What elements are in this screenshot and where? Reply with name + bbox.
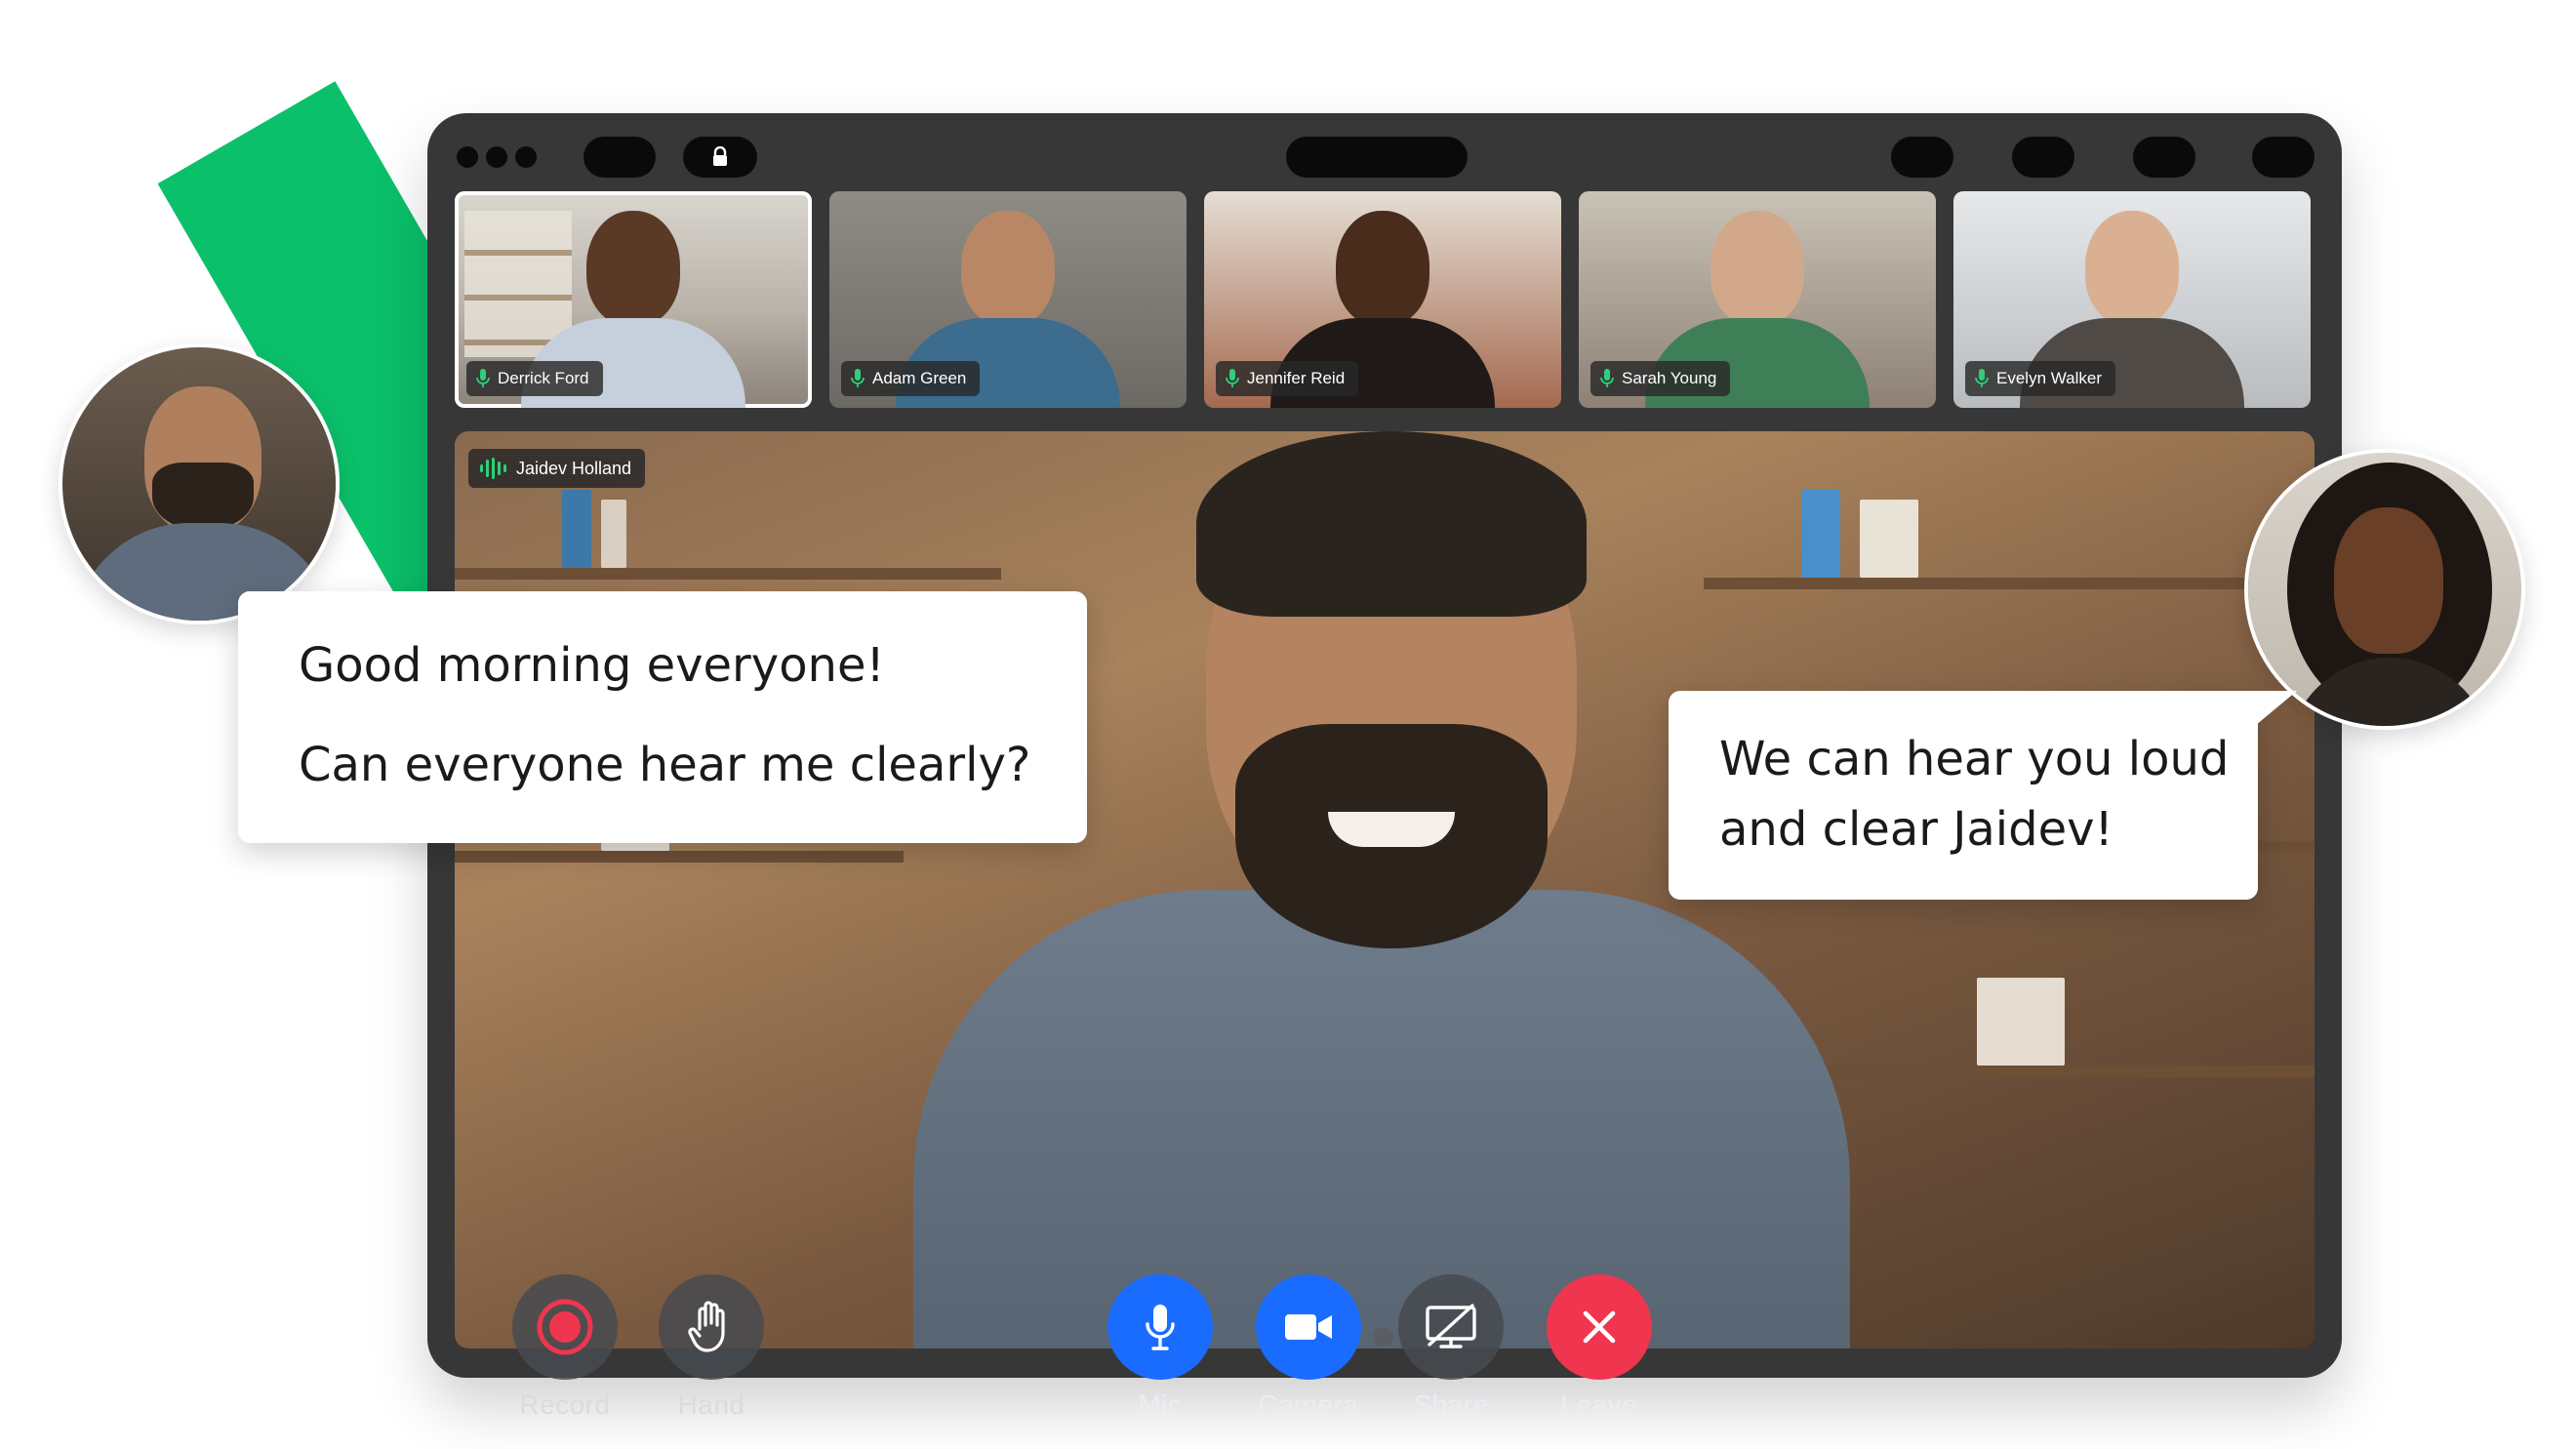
participant-name-chip: Evelyn Walker <box>1965 361 2116 396</box>
record-label: Record <box>519 1389 611 1420</box>
background-book <box>601 500 626 568</box>
window-toolbar <box>427 113 2342 203</box>
responder-avatar <box>2244 449 2525 730</box>
active-speaker-chip: Jaidev Holland <box>468 449 646 488</box>
leave-control[interactable]: Leave <box>1546 1274 1653 1421</box>
participant-name: Evelyn Walker <box>1996 369 2103 387</box>
hand-label: Hand <box>677 1389 745 1420</box>
toolbar-pill-right-3[interactable] <box>2133 137 2195 178</box>
drag-handle[interactable] <box>1374 1327 1393 1347</box>
participant-head <box>1336 211 1429 326</box>
participant-name-chip: Sarah Young <box>1590 361 1731 396</box>
background-book <box>1977 978 2065 1066</box>
background-book <box>562 490 591 568</box>
mic-icon <box>1975 369 1989 387</box>
participant-name-chip: Derrick Ford <box>466 361 603 396</box>
participant-tile[interactable]: Derrick Ford <box>455 191 812 408</box>
share-button[interactable] <box>1398 1274 1504 1380</box>
mic-icon <box>851 369 865 387</box>
camera-control[interactable]: Camera <box>1255 1274 1362 1421</box>
window-dot-3 <box>515 146 537 168</box>
participant-head <box>961 211 1055 326</box>
toolbar-pill[interactable] <box>584 137 656 178</box>
share-label: Share <box>1413 1389 1489 1420</box>
speaker-smile <box>1328 812 1455 847</box>
chat-message-line: Can everyone hear me clearly? <box>299 738 1031 792</box>
chat-bubble-left: Good morning everyone! Can everyone hear… <box>238 591 1087 843</box>
camera-label: Camera <box>1258 1389 1359 1420</box>
participant-name: Sarah Young <box>1622 369 1717 387</box>
mic-icon <box>1600 369 1614 387</box>
record-icon <box>537 1299 593 1355</box>
mic-icon <box>476 369 490 387</box>
participant-tile[interactable]: Jennifer Reid <box>1204 191 1561 408</box>
active-speaker-name: Jaidev Holland <box>516 458 632 478</box>
speaker-hair <box>1196 431 1587 617</box>
record-control[interactable]: Record <box>511 1274 619 1421</box>
chat-message-line: We can hear you loud <box>1719 732 2230 786</box>
mic-icon <box>1146 1305 1175 1350</box>
share-screen-off-icon <box>1426 1304 1476 1348</box>
toolbar-pill-right-4[interactable] <box>2252 137 2314 178</box>
background-shelf <box>455 568 1001 580</box>
participant-name-chip: Adam Green <box>841 361 981 396</box>
lock-pill[interactable] <box>683 137 757 178</box>
speaker-shirt <box>913 890 1850 1348</box>
participant-tile[interactable]: Evelyn Walker <box>1953 191 2311 408</box>
mic-button[interactable] <box>1107 1274 1213 1380</box>
camera-icon <box>1285 1314 1332 1340</box>
camera-button[interactable] <box>1256 1274 1361 1380</box>
background-shelf <box>455 851 904 863</box>
record-button[interactable] <box>512 1274 618 1380</box>
chat-bubble-right: We can hear you loud and clear Jaidev! <box>1669 691 2297 900</box>
speaker-avatar <box>59 343 340 624</box>
participant-name: Jennifer Reid <box>1247 369 1346 387</box>
chat-message-line: Good morning everyone! <box>299 638 885 693</box>
participant-head <box>1711 211 1804 326</box>
hand-control[interactable]: Hand <box>658 1274 765 1421</box>
participant-tile[interactable]: Sarah Young <box>1579 191 1936 408</box>
window-dot-2 <box>486 146 507 168</box>
participant-name: Derrick Ford <box>498 369 589 387</box>
leave-label: Leave <box>1560 1389 1638 1420</box>
lock-icon <box>713 146 727 166</box>
mic-label: Mic <box>1138 1389 1183 1420</box>
background-book <box>1860 500 1918 578</box>
toolbar-pill-right-1[interactable] <box>1891 137 1953 178</box>
avatar-beard <box>152 463 254 531</box>
address-pill[interactable] <box>1286 137 1468 178</box>
participant-name-chip: Jennifer Reid <box>1216 361 1359 396</box>
participant-head <box>586 211 680 326</box>
audio-wave-icon <box>480 458 506 479</box>
background-shelf <box>1782 1066 2314 1077</box>
close-icon <box>1583 1310 1616 1344</box>
chat-message-line: and clear Jaidev! <box>1719 802 2113 857</box>
bubble-tail <box>2238 691 2297 740</box>
background-shelf <box>1704 578 2314 589</box>
mic-control[interactable]: Mic <box>1107 1274 1214 1421</box>
participant-name: Adam Green <box>872 369 967 387</box>
avatar-head <box>2334 507 2443 654</box>
hand-icon <box>688 1301 725 1352</box>
background-book <box>1801 490 1840 578</box>
hand-button[interactable] <box>659 1274 764 1380</box>
toolbar-pill-right-2[interactable] <box>2012 137 2074 178</box>
participant-tile[interactable]: Adam Green <box>829 191 1187 408</box>
participant-head <box>2085 211 2179 326</box>
leave-button[interactable] <box>1547 1274 1652 1380</box>
share-control[interactable]: Share <box>1397 1274 1505 1421</box>
mic-icon <box>1226 369 1239 387</box>
window-dot-1 <box>457 146 478 168</box>
